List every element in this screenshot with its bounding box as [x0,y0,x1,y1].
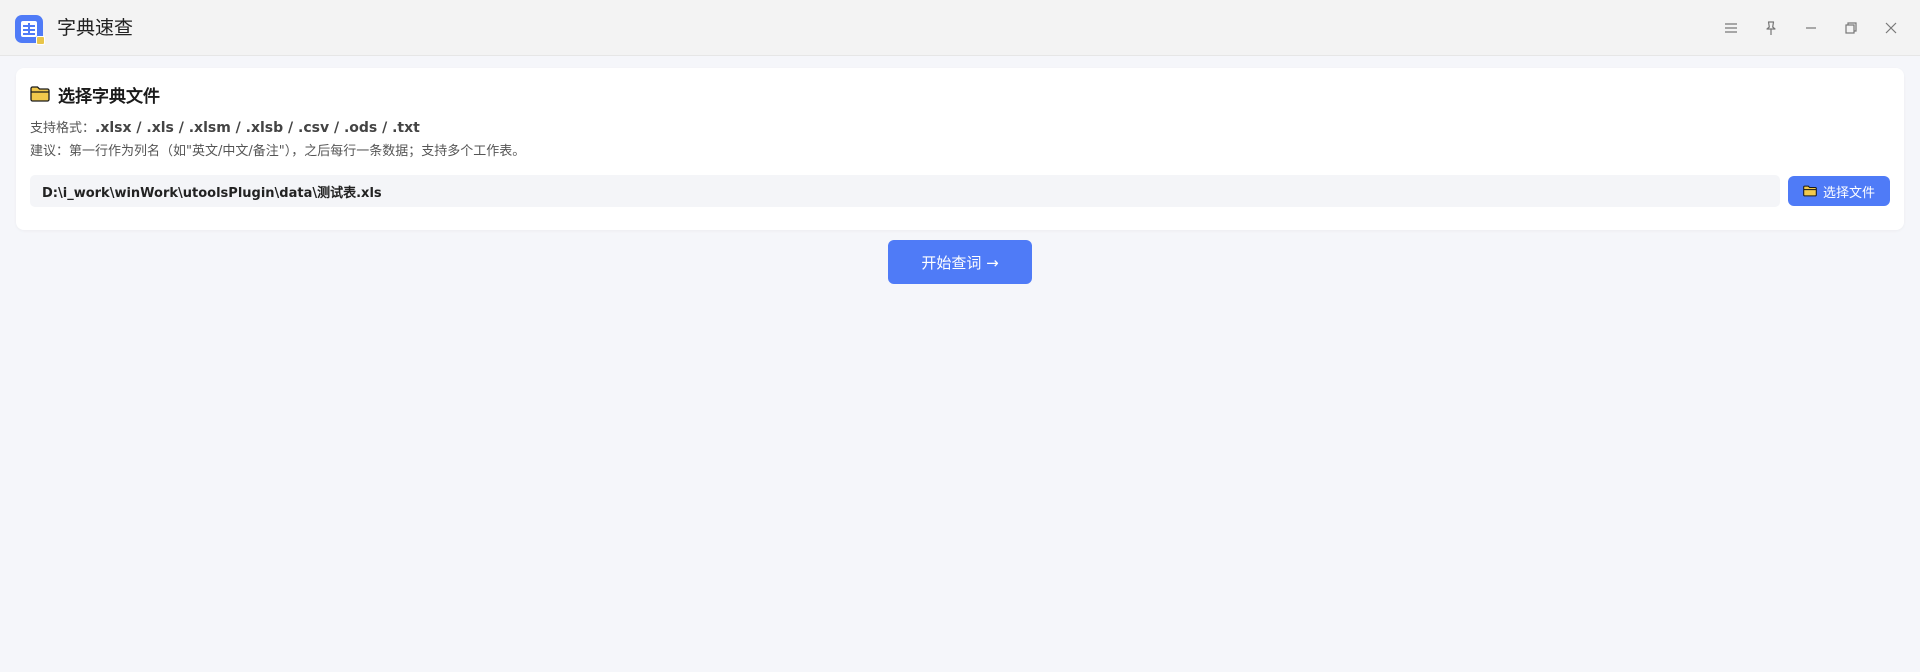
card-title-text: 选择字典文件 [58,86,160,107]
formats-label: 支持格式： [30,121,96,136]
menu-icon[interactable] [1719,16,1743,40]
app-logo-icon [15,15,45,45]
formats-value: .xlsx / .xls / .xlsm / .xlsb / .csv / .o… [95,120,420,136]
minimize-icon[interactable] [1799,16,1823,40]
start-lookup-button[interactable]: 开始查词 → [888,240,1032,284]
restore-icon[interactable] [1839,16,1863,40]
close-icon[interactable] [1879,16,1903,40]
choose-file-label: 选择文件 [1822,185,1875,201]
folder-icon [30,86,50,102]
choose-file-button[interactable]: 选择文件 [1788,176,1890,206]
card-title: 选择字典文件 [30,82,160,107]
dictionary-file-card: 选择字典文件 支持格式：.xlsx / .xls / .xlsm / .xlsb… [16,68,1904,230]
folder-icon [1803,185,1817,197]
supported-formats: 支持格式：.xlsx / .xls / .xlsm / .xlsb / .csv… [30,117,420,136]
app-title: 字典速查 [57,17,134,39]
pin-icon[interactable] [1759,16,1783,40]
usage-hint: 建议：第一行作为列名（如"英文/中文/备注"），之后每行一条数据；支持多个工作表… [30,144,526,159]
title-bar: 字典速查 [0,0,1920,56]
file-path-input[interactable] [30,175,1780,207]
